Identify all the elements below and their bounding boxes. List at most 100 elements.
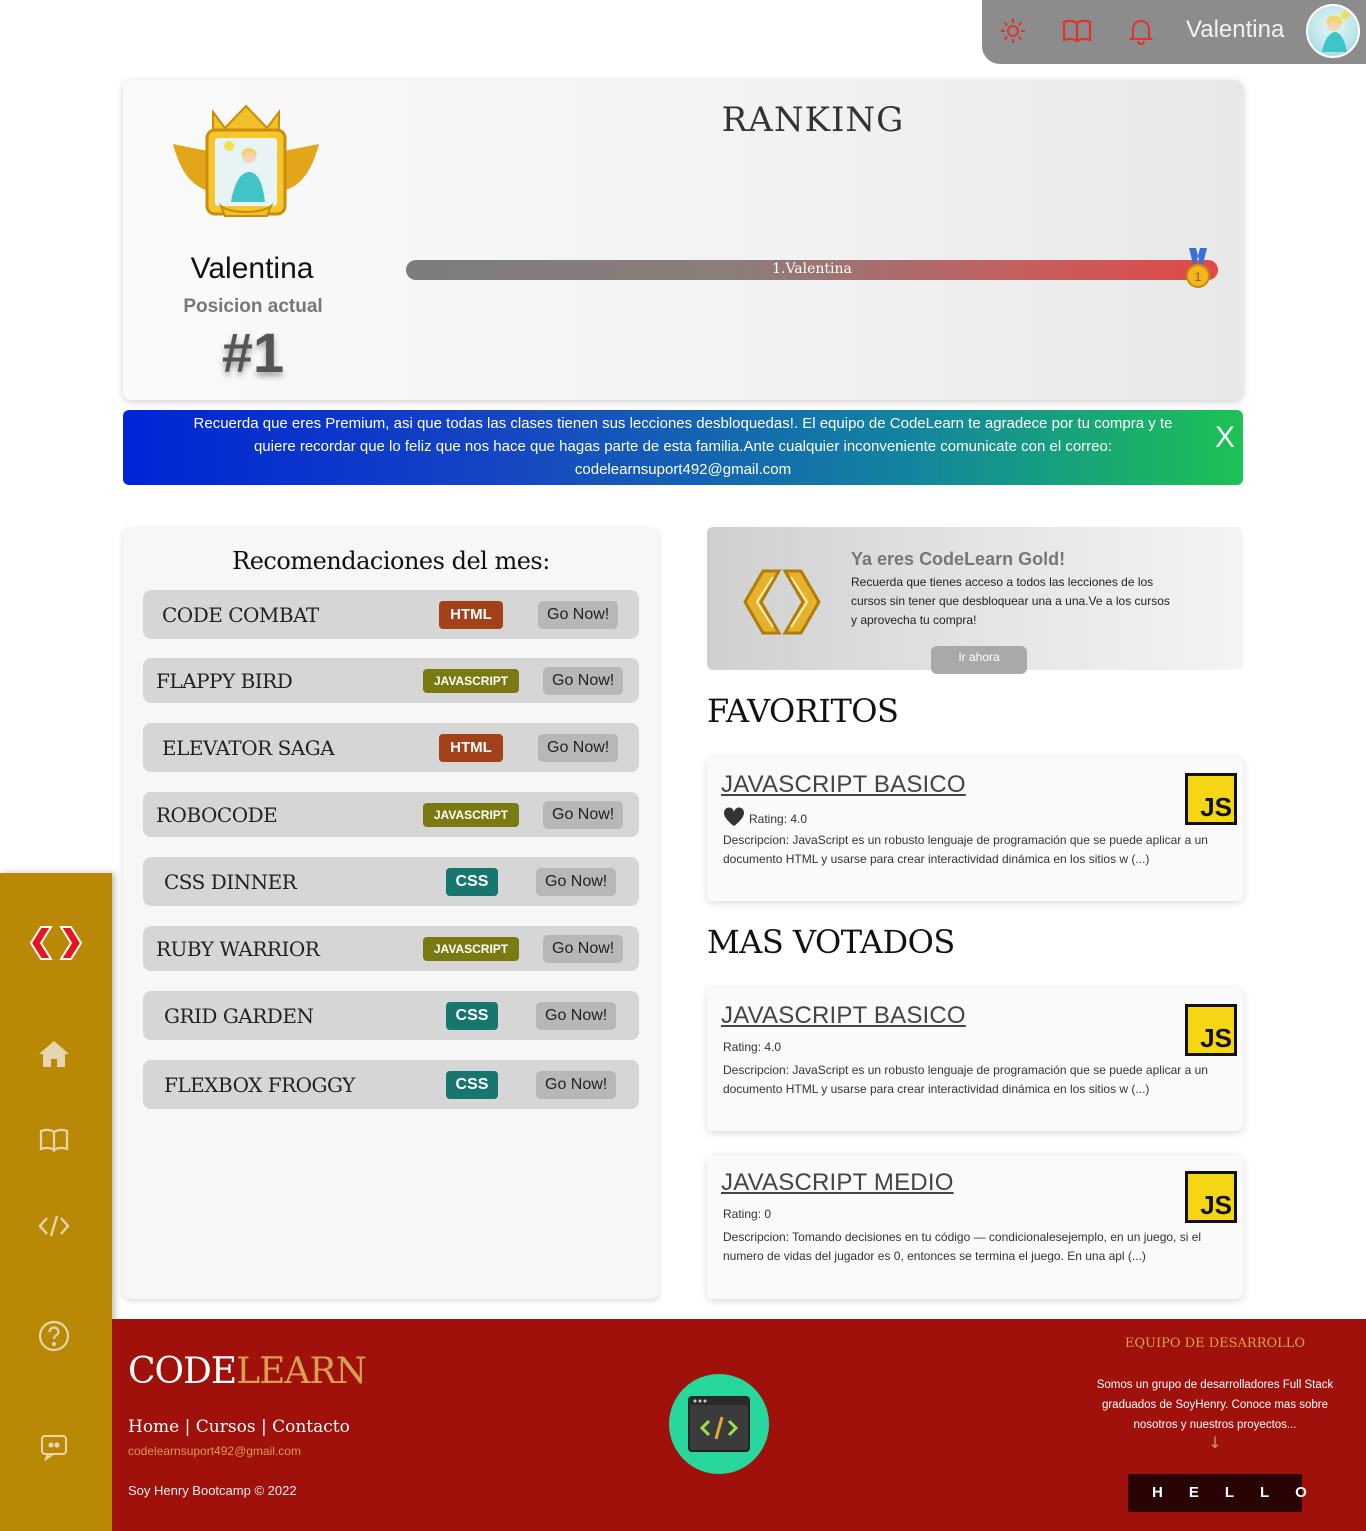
ranking-bar-label: 1.Valentina <box>772 261 852 277</box>
position-label: Posicion actual <box>183 296 323 317</box>
link-separator: | <box>184 1417 191 1437</box>
hello-button[interactable]: HELLO <box>1128 1474 1307 1512</box>
gold-medal-icon: 1 <box>1183 248 1213 292</box>
position-value: #1 <box>221 321 285 384</box>
gold-promo-card: Ya eres CodeLearn Gold! Recuerda que tie… <box>707 527 1243 674</box>
footer-email[interactable]: codelearnsuport492@gmail.com <box>128 1444 301 1458</box>
most-voted-title: MAS VOTADOS <box>707 923 955 961</box>
sun-icon[interactable] <box>998 16 1028 46</box>
rating-text: Rating: 4.0 <box>749 811 808 826</box>
team-title: EQUIPO DE DESARROLLO <box>1124 1336 1306 1351</box>
topbar-username[interactable]: Valentina <box>1186 16 1284 44</box>
go-now-button[interactable]: Go Now! <box>536 1001 617 1030</box>
ranking-bar: 1.Valentina <box>406 260 1218 280</box>
code-window-logo-icon <box>669 1374 769 1474</box>
course-rating: Rating: 4.0 <box>723 807 807 830</box>
go-now-button[interactable]: Go Now! <box>538 600 619 629</box>
recommendation-item: GRID GARDEN CSS Go Now! <box>143 991 639 1040</box>
course-description: Descripcion: Tomando decisiones en tu có… <box>723 1230 1202 1263</box>
home-icon[interactable] <box>36 1036 72 1072</box>
javascript-logo-icon: JS <box>1185 1171 1237 1223</box>
javascript-logo-icon: JS <box>1185 773 1237 825</box>
footer-link-courses[interactable]: Cursos <box>196 1417 256 1437</box>
link-separator: | <box>260 1417 267 1437</box>
recommendations-title: Recomendaciones del mes: <box>232 547 550 575</box>
premium-notice: Recuerda que eres Premium, asi que todas… <box>123 410 1243 485</box>
notice-text: Recuerda que eres Premium, asi que todas… <box>193 415 1173 478</box>
javascript-logo-icon: JS <box>1185 1004 1237 1056</box>
recommendation-item: RUBY WARRIOR JAVASCRIPT Go Now! <box>143 926 639 971</box>
course-description: Descripcion: JavaScript es un robusto le… <box>723 1063 1208 1096</box>
recommendations-panel: Recomendaciones del mes: CODE COMBAT HTM… <box>123 527 659 1299</box>
ranking-title: RANKING <box>721 100 905 140</box>
ranking-username: Valentina <box>190 252 314 285</box>
course-description: Descripcion: JavaScript es un robusto le… <box>723 833 1208 866</box>
course-title-link[interactable]: JAVASCRIPT BASICO <box>721 771 966 799</box>
recommendation-item: FLEXBOX FROGGY CSS Go Now! <box>143 1060 639 1109</box>
codelearn-logo-icon[interactable] <box>26 925 86 961</box>
language-tag: JAVASCRIPT <box>423 936 519 961</box>
language-tag: CSS <box>446 1001 498 1030</box>
course-rating: Rating: 4.0 <box>723 1040 781 1054</box>
course-card[interactable]: JAVASCRIPT MEDIO Rating: 0 Descripcion: … <box>707 1155 1243 1299</box>
go-to-courses-button[interactable]: Ir ahora <box>931 646 1027 674</box>
course-rating: Rating: 0 <box>723 1207 771 1221</box>
svg-text:1: 1 <box>1195 270 1202 284</box>
avatar[interactable] <box>1306 4 1360 58</box>
footer-links: Home | Cursos | Contacto <box>128 1417 350 1437</box>
footer-copyright: Soy Henry Bootcamp © 2022 <box>128 1483 297 1498</box>
footer-link-home[interactable]: Home <box>128 1417 179 1437</box>
rating-text: Rating: 0 <box>723 1207 772 1221</box>
favorites-title: FAVORITOS <box>707 692 899 730</box>
discord-icon[interactable] <box>36 1429 72 1465</box>
ranking-card: Valentina Posicion actual #1 RANKING 1.V… <box>123 80 1243 400</box>
go-now-button[interactable]: Go Now! <box>543 934 624 963</box>
course-card[interactable]: JAVASCRIPT BASICO Rating: 4.0 Descripcio… <box>707 757 1243 901</box>
recommendation-name: GRID GARDEN <box>164 1003 314 1028</box>
help-icon[interactable] <box>36 1318 72 1354</box>
go-now-button[interactable]: Go Now! <box>543 666 624 695</box>
footer: CODELEARN Home | Cursos | Contacto codel… <box>112 1319 1366 1531</box>
arrow-down-icon: ↓ <box>1208 1433 1222 1452</box>
recommendation-item: ROBOCODE JAVASCRIPT Go Now! <box>143 792 639 837</box>
go-now-button[interactable]: Go Now! <box>536 867 617 896</box>
gold-description: Recuerda que tienes acceso a todos las l… <box>851 575 1170 627</box>
recommendation-name: FLEXBOX FROGGY <box>164 1072 355 1097</box>
recommendation-name: CSS DINNER <box>164 869 297 894</box>
recommendation-item: CODE COMBAT HTML Go Now! <box>143 590 639 639</box>
language-tag: JAVASCRIPT <box>423 802 519 827</box>
recommendation-name: ROBOCODE <box>156 802 278 827</box>
language-tag: JAVASCRIPT <box>423 668 519 693</box>
course-title-link[interactable]: JAVASCRIPT BASICO <box>721 1002 966 1030</box>
user-topbar: Valentina <box>982 0 1366 64</box>
code-icon[interactable] <box>36 1208 72 1244</box>
recommendation-item: CSS DINNER CSS Go Now! <box>143 857 639 906</box>
recommendation-item: ELEVATOR SAGA HTML Go Now! <box>143 723 639 772</box>
go-now-button[interactable]: Go Now! <box>536 1070 617 1099</box>
brand-part-code: CODE <box>128 1351 237 1392</box>
language-tag: CSS <box>446 1070 498 1099</box>
language-tag: HTML <box>439 733 503 762</box>
close-notice-button[interactable]: X <box>1215 423 1235 453</box>
recommendation-item: FLAPPY BIRD JAVASCRIPT Go Now! <box>143 658 639 703</box>
go-now-button[interactable]: Go Now! <box>543 800 624 829</box>
go-now-button[interactable]: Go Now! <box>538 733 619 762</box>
team-description: Somos un grupo de desarrolladores Full S… <box>1096 1379 1334 1431</box>
recommendation-name: ELEVATOR SAGA <box>162 735 335 760</box>
book-icon[interactable] <box>36 1122 72 1158</box>
course-card[interactable]: JAVASCRIPT BASICO Rating: 4.0 Descripcio… <box>707 988 1243 1131</box>
recommendation-name: CODE COMBAT <box>162 602 319 627</box>
course-title-link[interactable]: JAVASCRIPT MEDIO <box>721 1169 954 1197</box>
brand-part-learn: LEARN <box>236 1351 367 1392</box>
footer-brand: CODELEARN <box>128 1351 367 1392</box>
recommendation-name: RUBY WARRIOR <box>156 936 320 961</box>
heart-icon[interactable] <box>723 807 745 830</box>
language-tag: HTML <box>439 600 503 629</box>
footer-link-contact[interactable]: Contacto <box>272 1417 350 1437</box>
bell-icon[interactable] <box>1126 16 1156 46</box>
codelearn-gold-logo-icon <box>733 567 829 637</box>
crown-badge-icon <box>171 94 321 230</box>
language-tag: CSS <box>446 867 498 896</box>
sidebar <box>0 873 112 1531</box>
book-icon[interactable] <box>1062 16 1092 46</box>
